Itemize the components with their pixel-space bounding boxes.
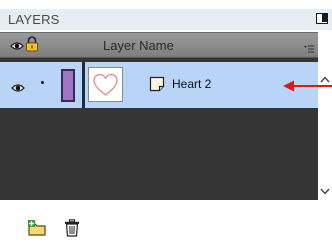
maximize-icon[interactable] bbox=[316, 13, 328, 24]
column-header: Layer Name bbox=[0, 32, 318, 58]
panel-header: LAYERS bbox=[0, 9, 332, 30]
eye-icon[interactable] bbox=[10, 38, 24, 56]
layer-name[interactable]: Heart 2 bbox=[172, 77, 211, 91]
lock-toggle[interactable] bbox=[41, 81, 44, 84]
annotation-arrow-icon bbox=[283, 78, 332, 99]
note-icon bbox=[149, 76, 165, 97]
lock-icon[interactable] bbox=[25, 36, 39, 57]
layer-color-swatch[interactable] bbox=[61, 69, 75, 102]
layer-row[interactable]: Heart 2 bbox=[0, 62, 318, 108]
trash-icon[interactable] bbox=[64, 219, 80, 237]
visibility-toggle-eye-icon[interactable] bbox=[11, 80, 25, 98]
layer-name-column-label: Layer Name bbox=[103, 38, 174, 53]
row-divider bbox=[82, 62, 85, 108]
heart-outline-icon bbox=[88, 67, 123, 102]
new-folder-icon[interactable] bbox=[27, 219, 47, 237]
panel-menu-icon[interactable] bbox=[304, 40, 314, 58]
panel-title: LAYERS bbox=[8, 12, 60, 27]
panel-toolbar bbox=[0, 200, 332, 244]
scroll-down-icon[interactable] bbox=[320, 182, 330, 200]
